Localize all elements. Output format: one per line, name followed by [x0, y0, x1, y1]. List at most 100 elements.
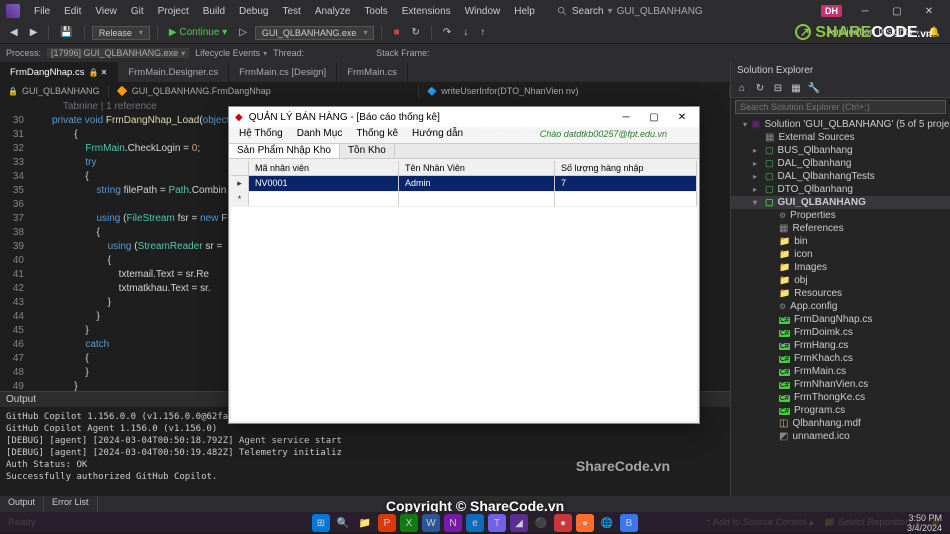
tree-node[interactable]: FrmMain.cs — [731, 365, 950, 378]
taskbar-app2[interactable]: ● — [576, 514, 594, 532]
tree-node[interactable]: FrmDoimk.cs — [731, 326, 950, 339]
taskbar-vs[interactable]: ◢ — [510, 514, 528, 532]
tree-node[interactable]: External Sources — [731, 131, 950, 144]
menu-edit[interactable]: Edit — [58, 4, 87, 19]
output-tab[interactable]: Error List — [44, 496, 98, 512]
startup-project[interactable]: GUI_QLBANHANG.exe — [255, 26, 375, 40]
menu-view[interactable]: View — [89, 4, 123, 19]
close-button[interactable]: ✕ — [914, 0, 944, 22]
menu-git[interactable]: Git — [125, 4, 150, 19]
tree-node[interactable]: obj — [731, 274, 950, 287]
process-dropdown[interactable]: [17996] GUI_QLBANHANG.exe — [47, 48, 189, 58]
popup-menu-item[interactable]: Hướng dẫn — [406, 127, 469, 143]
popup-datagrid[interactable]: Mã nhân viênTên Nhân ViênSố lượng hàng n… — [231, 161, 697, 421]
taskbar-github[interactable]: ⚫ — [532, 514, 550, 532]
menu-file[interactable]: File — [28, 4, 56, 19]
se-search-input[interactable] — [735, 100, 946, 114]
tree-node[interactable]: bin — [731, 235, 950, 248]
menu-window[interactable]: Window — [459, 4, 507, 19]
lifecycle-label[interactable]: Lifecycle Events — [195, 48, 267, 58]
home-icon[interactable]: ⌂ — [735, 81, 749, 95]
output-tab[interactable]: Output — [0, 496, 44, 512]
crumb-class[interactable]: 🔶GUI_QLBANHANG.FrmDangNhap — [109, 85, 420, 98]
taskbar-edge[interactable]: e — [466, 514, 484, 532]
taskbar-explorer[interactable]: 📁 — [356, 514, 374, 532]
continue-button[interactable]: ▶ Continue ▾ — [165, 26, 231, 39]
tree-node[interactable]: FrmKhach.cs — [731, 352, 950, 365]
menu-extensions[interactable]: Extensions — [396, 4, 457, 19]
menu-tools[interactable]: Tools — [358, 4, 393, 19]
tree-node[interactable]: ▸DAL_QlbanhangTests — [731, 170, 950, 183]
popup-close[interactable]: ✕ — [671, 112, 693, 123]
user-badge[interactable]: DH — [821, 5, 842, 17]
taskbar-excel[interactable]: X — [400, 514, 418, 532]
tree-node[interactable]: Program.cs — [731, 404, 950, 417]
taskbar-clock[interactable]: 3:50 PM3/4/2024 — [907, 513, 942, 533]
taskbar-start[interactable]: ⊞ — [312, 514, 330, 532]
sync-icon[interactable]: ↻ — [753, 81, 767, 95]
grid-header[interactable]: Số lượng hàng nhập — [555, 161, 697, 175]
nav-fwd[interactable]: ▶ — [26, 26, 42, 39]
popup-menu-item[interactable]: Danh Mục — [291, 127, 349, 143]
popup-subtab[interactable]: Tồn Kho — [340, 144, 395, 158]
taskbar-search[interactable]: 🔍 — [334, 514, 352, 532]
popup-maximize[interactable]: ▢ — [643, 112, 665, 123]
grid-row[interactable]: ▸NV0001Admin7 — [231, 176, 697, 192]
tree-node[interactable]: References — [731, 222, 950, 235]
tree-node[interactable]: Properties — [731, 209, 950, 222]
tree-node[interactable]: FrmDangNhap.cs — [731, 313, 950, 326]
config-dropdown[interactable]: Release — [92, 26, 150, 40]
minimize-button[interactable]: ─ — [850, 0, 880, 22]
popup-subtab[interactable]: Sản Phẩm Nhập Kho — [229, 144, 340, 158]
nav-back[interactable]: ◀ — [6, 26, 22, 39]
step-into[interactable]: ↓ — [459, 26, 472, 39]
taskbar-chrome[interactable]: 🌐 — [598, 514, 616, 532]
tree-node[interactable]: Images — [731, 261, 950, 274]
search-box[interactable]: Search ▾ GUI_QLBANHANG — [557, 6, 703, 17]
restart-button[interactable]: ↻ — [408, 26, 424, 39]
taskbar-app3[interactable]: B — [620, 514, 638, 532]
stop-button[interactable]: ■ — [389, 26, 403, 39]
menu-help[interactable]: Help — [508, 4, 541, 19]
tree-node[interactable]: FrmHang.cs — [731, 339, 950, 352]
tree-node[interactable]: ▸DAL_Qlbanhang — [731, 157, 950, 170]
menu-debug[interactable]: Debug — [233, 4, 274, 19]
show-all-icon[interactable]: ▦ — [789, 81, 803, 95]
tree-node[interactable]: FrmThongKe.cs — [731, 391, 950, 404]
menu-build[interactable]: Build — [197, 4, 231, 19]
popup-menu-item[interactable]: Hệ Thống — [233, 127, 289, 143]
crumb-project[interactable]: GUI_QLBANHANG — [0, 85, 109, 97]
maximize-button[interactable]: ▢ — [882, 0, 912, 22]
grid-header[interactable]: Mã nhân viên — [249, 161, 399, 175]
notifications-icon[interactable]: 🔔 — [924, 26, 944, 39]
tree-node[interactable]: unnamed.ico — [731, 430, 950, 443]
tree-node[interactable]: Qlbanhang.mdf — [731, 417, 950, 430]
start-without-debug[interactable]: ▷ — [235, 26, 251, 39]
properties-icon[interactable]: 🔧 — [807, 81, 821, 95]
tab[interactable]: FrmDangNhap.cs 🔒 ✕ — [0, 62, 118, 82]
tab[interactable]: FrmMain.cs — [337, 62, 408, 82]
tab[interactable]: FrmMain.Designer.cs — [118, 62, 229, 82]
menu-test[interactable]: Test — [276, 4, 306, 19]
taskbar-teams[interactable]: T — [488, 514, 506, 532]
crumb-method[interactable]: writeUserInfor(DTO_NhanVien nv) — [419, 85, 730, 97]
tree-node[interactable]: FrmNhanVien.cs — [731, 378, 950, 391]
step-out[interactable]: ↑ — [476, 26, 489, 39]
tree-node[interactable]: ▾GUI_QLBANHANG — [731, 196, 950, 209]
tree-node[interactable]: App.config — [731, 300, 950, 313]
menu-analyze[interactable]: Analyze — [309, 4, 357, 19]
tree-node[interactable]: ▸BUS_Qlbanhang — [731, 144, 950, 157]
taskbar-onenote[interactable]: N — [444, 514, 462, 532]
taskbar-word[interactable]: W — [422, 514, 440, 532]
tree-node[interactable]: ▸DTO_Qlbanhang — [731, 183, 950, 196]
grid-header[interactable]: Tên Nhân Viên — [399, 161, 555, 175]
save-button[interactable]: 💾 — [56, 26, 76, 39]
tree-node[interactable]: Resources — [731, 287, 950, 300]
app-insights[interactable]: Application Insights — [826, 27, 919, 38]
taskbar-ppt[interactable]: P — [378, 514, 396, 532]
solution-root[interactable]: ▾Solution 'GUI_QLBANHANG' (5 of 5 projec… — [731, 118, 950, 131]
step-over[interactable]: ↷ — [439, 26, 455, 39]
popup-minimize[interactable]: ─ — [615, 112, 637, 123]
taskbar-app1[interactable]: ● — [554, 514, 572, 532]
popup-menu-item[interactable]: Thống kê — [350, 127, 404, 143]
